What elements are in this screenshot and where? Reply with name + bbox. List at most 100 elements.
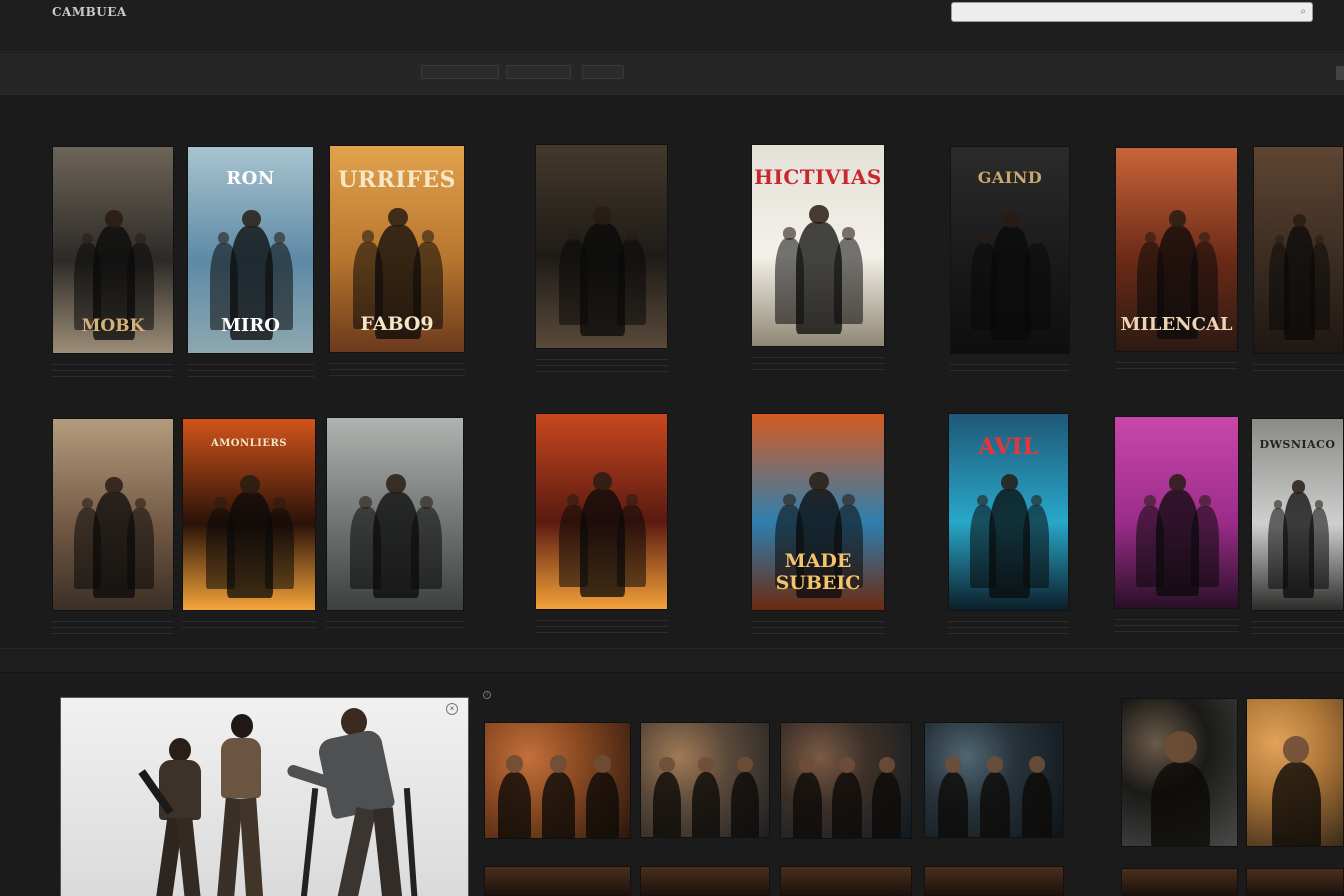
thumbnail-figure-head [698, 756, 714, 773]
video-thumbnail[interactable] [924, 866, 1064, 896]
thumbnail-figure [542, 772, 575, 838]
movie-poster[interactable]: MILENCAL [1115, 147, 1238, 352]
caption-line [1115, 366, 1238, 369]
poster-bottom-title: FABO9 [360, 313, 434, 335]
movie-poster[interactable]: MADE SUBEIC [751, 413, 885, 611]
movie-caption [948, 619, 1069, 637]
filter-dropdown-2[interactable] [506, 65, 571, 79]
poster-figure-head [105, 476, 123, 495]
video-thumbnail[interactable] [1246, 698, 1344, 847]
movie-poster[interactable]: AMONLIERS [182, 418, 316, 611]
movie-poster[interactable] [535, 144, 668, 349]
movie-poster[interactable] [1253, 146, 1344, 354]
movie-card[interactable]: MOBK [52, 146, 174, 394]
poster-figure-head [1031, 232, 1043, 244]
poster-figure [127, 507, 155, 589]
movie-caption [1253, 362, 1344, 374]
movie-card[interactable] [326, 417, 464, 651]
poster-title: AMONLIERS [210, 438, 288, 449]
poster-figure-head [1168, 210, 1187, 228]
caption-line [187, 368, 314, 371]
video-thumbnail[interactable] [924, 722, 1064, 838]
movie-caption [1114, 617, 1239, 635]
movie-card[interactable] [1114, 416, 1239, 649]
poster-figure [1191, 505, 1219, 587]
thumbnail-figure-head [659, 756, 675, 773]
search-icon[interactable]: ⌕ [1300, 6, 1306, 17]
video-thumbnail[interactable] [1246, 868, 1344, 896]
poster-title: AVIL [978, 434, 1039, 460]
poster-figure-head [842, 227, 855, 240]
video-thumbnail[interactable] [1121, 698, 1238, 847]
search-input[interactable] [958, 6, 1288, 19]
movie-poster[interactable]: HICTIVIAS [751, 144, 885, 347]
movie-poster[interactable] [1114, 416, 1239, 609]
caption-line [948, 631, 1069, 634]
thumbnail-figure-head [1282, 735, 1310, 763]
movie-card[interactable] [535, 413, 668, 650]
poster-figure [1309, 242, 1330, 331]
caption-line [948, 619, 1069, 622]
video-thumbnail[interactable] [780, 722, 912, 839]
video-thumbnail[interactable] [484, 866, 631, 896]
movie-poster[interactable]: DWSNIACO [1251, 418, 1344, 611]
info-icon[interactable]: i [483, 691, 491, 699]
movie-card[interactable] [52, 418, 174, 651]
movie-poster[interactable]: AVIL [948, 413, 1069, 611]
site-logo[interactable]: CAMBUEA [52, 5, 127, 19]
featured-banner[interactable]: × [60, 697, 469, 896]
movie-card[interactable]: MADE SUBEIC [751, 413, 885, 651]
movie-poster[interactable]: GAIND [950, 146, 1070, 354]
movie-card[interactable]: HICTIVIAS [751, 144, 885, 387]
movie-poster[interactable]: MOBK [52, 146, 174, 354]
movie-card[interactable]: GAIND [950, 146, 1070, 394]
movie-poster[interactable] [535, 413, 668, 610]
search-bar[interactable]: ⌕ [951, 2, 1313, 22]
caption-line [535, 357, 668, 360]
poster-title: GAIND [977, 168, 1043, 187]
thumbnail-figure [730, 771, 760, 837]
poster-figure-head [81, 232, 93, 244]
video-thumbnail[interactable] [640, 866, 770, 896]
poster-title: RON [226, 168, 275, 189]
movie-card[interactable]: RON MIRO [187, 146, 314, 394]
featured-figure-3 [285, 708, 426, 896]
video-thumbnail[interactable] [1121, 868, 1238, 896]
poster-figure [774, 238, 805, 324]
poster-figure [1024, 242, 1051, 331]
poster-figure-head [625, 228, 638, 241]
caption-line [751, 631, 885, 634]
movie-poster[interactable]: RON MIRO [187, 146, 314, 354]
movie-poster[interactable]: URRIFES FABO9 [329, 145, 465, 353]
caption-line [1251, 631, 1344, 634]
movie-card[interactable]: AMONLIERS [182, 418, 316, 651]
thumbnail-figure [691, 771, 721, 837]
poster-figure-head [1273, 500, 1283, 509]
movie-card[interactable]: DWSNIACO [1251, 418, 1344, 651]
close-icon[interactable]: × [446, 703, 458, 715]
thumbnail-figure-head [549, 755, 568, 774]
movie-card[interactable]: MILENCAL [1115, 147, 1238, 392]
filter-dropdown-3[interactable] [582, 65, 624, 79]
thumbnail-figure-head [944, 755, 962, 773]
poster-figure-head [1000, 473, 1019, 491]
caption-line [52, 368, 174, 371]
movie-card[interactable] [535, 144, 668, 389]
section-divider [0, 648, 1344, 673]
caption-line [751, 625, 885, 628]
video-thumbnail[interactable] [640, 722, 770, 838]
poster-figure-head [105, 210, 123, 228]
scroll-handle[interactable] [1336, 66, 1344, 80]
poster-figure-head [421, 230, 435, 243]
movie-card[interactable]: AVIL [948, 413, 1069, 651]
movie-poster[interactable] [326, 417, 464, 611]
video-thumbnail[interactable] [780, 866, 912, 896]
poster-figure [1136, 505, 1164, 587]
video-thumbnail[interactable] [484, 722, 631, 839]
movie-poster[interactable] [52, 418, 174, 611]
filter-dropdown-1[interactable] [421, 65, 499, 79]
movie-card[interactable] [1253, 146, 1344, 394]
movie-card[interactable]: URRIFES FABO9 [329, 145, 465, 393]
poster-figure-head [1144, 495, 1156, 507]
poster-figure [1269, 242, 1290, 331]
